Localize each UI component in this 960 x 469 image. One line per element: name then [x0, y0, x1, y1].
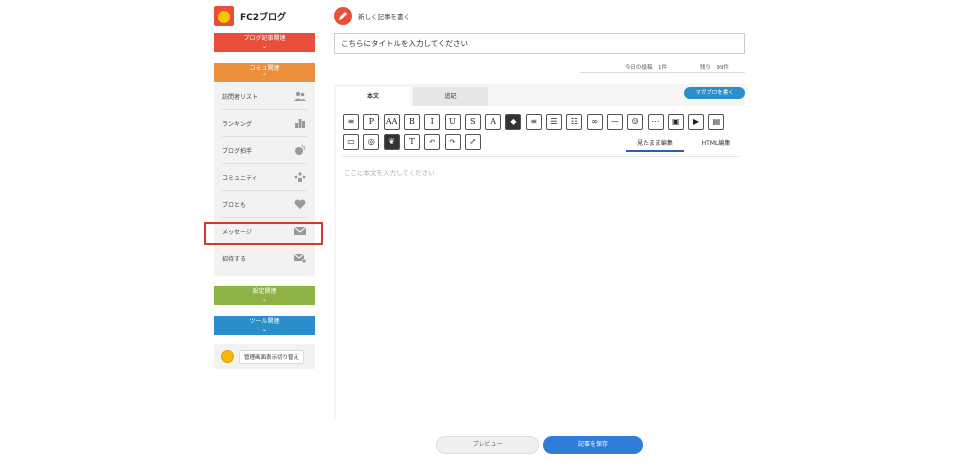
align-button[interactable]: ≡: [525, 114, 542, 130]
redo-button[interactable]: ↷: [444, 134, 461, 150]
evernote-button[interactable]: ❦: [383, 134, 400, 150]
chevron-down-icon: ⌄: [261, 326, 268, 333]
sidebar-item-label: ブログ拍手: [222, 148, 253, 155]
paragraph-button[interactable]: P: [363, 114, 380, 130]
community-icon: [294, 172, 306, 182]
visitors-icon: [294, 91, 306, 101]
strikethrough-button[interactable]: S: [464, 114, 481, 130]
category-blog[interactable]: ブログ記事関連 ⌄: [214, 33, 315, 52]
sidebar-item-ranking[interactable]: ランキング: [214, 110, 315, 137]
sidebar-item-label: ランキング: [222, 121, 252, 128]
bullet-list-button[interactable]: ☰: [546, 114, 562, 130]
pencil-icon: [334, 7, 352, 25]
category-tools-label: ツール関連: [249, 318, 280, 325]
sidebar-item-applause[interactable]: ブログ拍手: [214, 137, 315, 164]
background-color-button[interactable]: ◆: [505, 114, 522, 130]
bold-button[interactable]: B: [403, 114, 420, 130]
tab-body[interactable]: 本文: [336, 87, 410, 106]
link-button[interactable]: ∞: [586, 114, 603, 130]
clear-format-button[interactable]: T: [403, 134, 420, 150]
fc2-logo[interactable]: FC2ブログ: [214, 6, 314, 26]
sidebar-item-label: 訪問者リスト: [222, 94, 259, 101]
tv-button[interactable]: ▭: [343, 134, 359, 150]
category-blog-label: ブログ記事関連: [243, 35, 286, 42]
horizontal-rule-button[interactable]: —: [606, 114, 623, 130]
youtube-button[interactable]: ▶: [688, 114, 705, 130]
sidebar-item-community[interactable]: コミュニティ: [214, 164, 315, 191]
numbered-list-button[interactable]: ☷: [566, 114, 583, 130]
post-stats: 今日の投稿 1件 残り 99件: [580, 62, 745, 73]
chevron-down-icon: ⌄: [261, 296, 268, 303]
save-button[interactable]: 記事を保存: [543, 436, 643, 454]
preview-button[interactable]: プレビュー: [436, 436, 539, 454]
ranking-icon: [295, 119, 305, 128]
today-post-count: 今日の投稿 1件: [625, 65, 667, 71]
remaining-post-count: 残り 99件: [700, 65, 729, 71]
display-switch: 管理画面表示切り替え: [214, 344, 315, 369]
template-button[interactable]: ≡: [343, 114, 359, 130]
sidebar-item-label: ブロとも: [222, 202, 247, 209]
image-button[interactable]: ▣: [667, 114, 684, 130]
font-size-button[interactable]: AA: [383, 114, 400, 130]
category-community[interactable]: コミュ関連 ⌃: [214, 63, 315, 82]
sidebar-item-visitors[interactable]: 訪問者リスト: [214, 83, 315, 110]
chevron-down-icon: ⌄: [261, 43, 268, 50]
category-community-label: コミュ関連: [249, 65, 280, 72]
video-button[interactable]: ▤: [708, 114, 725, 130]
message-highlight-box: [204, 222, 323, 245]
fullscreen-button[interactable]: ⤢: [464, 134, 481, 150]
magapro-button[interactable]: マガブロを書く: [684, 87, 745, 99]
applause-icon: [295, 145, 306, 155]
sidebar-item-blog-friends[interactable]: ブロとも: [214, 191, 315, 218]
sidebar-item-label: 招待する: [222, 256, 247, 263]
invite-icon: [294, 253, 306, 263]
category-settings-label: 設定関連: [252, 288, 277, 295]
tab-html-mode[interactable]: HTML編集: [690, 138, 742, 147]
sidebar-item-invite[interactable]: 招待する: [214, 245, 315, 272]
display-switch-button[interactable]: 管理画面表示切り替え: [239, 349, 305, 364]
fc2-mascot-icon: [221, 350, 234, 363]
category-tools[interactable]: ツール関連 ⌄: [214, 316, 315, 335]
undo-button[interactable]: ↶: [424, 134, 441, 150]
new-post-label: 新しく記事を書く: [358, 13, 410, 21]
community-menu: 訪問者リスト ランキング ブログ拍手 コミュニティ ブロとも メッセージ 招待す…: [214, 83, 315, 276]
category-settings[interactable]: 設定関連 ⌄: [214, 286, 315, 305]
underline-button[interactable]: U: [444, 114, 461, 130]
tab-append[interactable]: 追記: [413, 87, 488, 106]
italic-button[interactable]: I: [424, 114, 441, 130]
tab-wysiwyg-mode[interactable]: 見たまま編集: [626, 138, 684, 152]
instagram-button[interactable]: ◎: [363, 134, 380, 150]
text-color-button[interactable]: A: [485, 114, 502, 130]
fc2-logo-icon: [214, 6, 234, 26]
logo-text: FC2ブログ: [240, 12, 287, 23]
editor-panel: [336, 106, 745, 421]
new-post-header: 新しく記事を書く: [334, 7, 410, 25]
blog-friends-icon: [294, 199, 306, 209]
more-button[interactable]: ⋯: [647, 114, 664, 130]
chevron-up-icon: ⌃: [261, 73, 268, 80]
title-input[interactable]: [334, 33, 745, 54]
toolbar-divider: [342, 156, 739, 157]
emoji-button[interactable]: ☺: [627, 114, 644, 130]
body-textarea[interactable]: ここに本文を入力してください: [344, 167, 435, 177]
sidebar-item-label: コミュニティ: [222, 175, 258, 182]
